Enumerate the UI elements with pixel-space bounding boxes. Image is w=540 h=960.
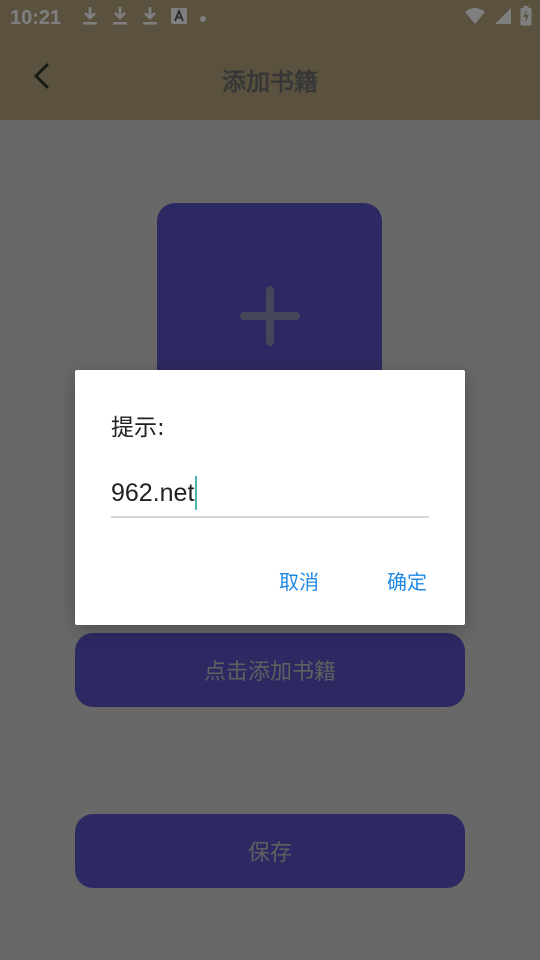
cancel-button[interactable]: 取消 [279,566,319,595]
prompt-dialog: 提示: 962.net 取消 确定 [75,370,465,625]
dialog-input[interactable]: 962.net [111,470,429,518]
confirm-button[interactable]: 确定 [387,566,427,595]
dialog-input-value: 962.net [111,478,195,507]
dialog-title: 提示: [111,415,165,441]
text-cursor [195,476,198,510]
